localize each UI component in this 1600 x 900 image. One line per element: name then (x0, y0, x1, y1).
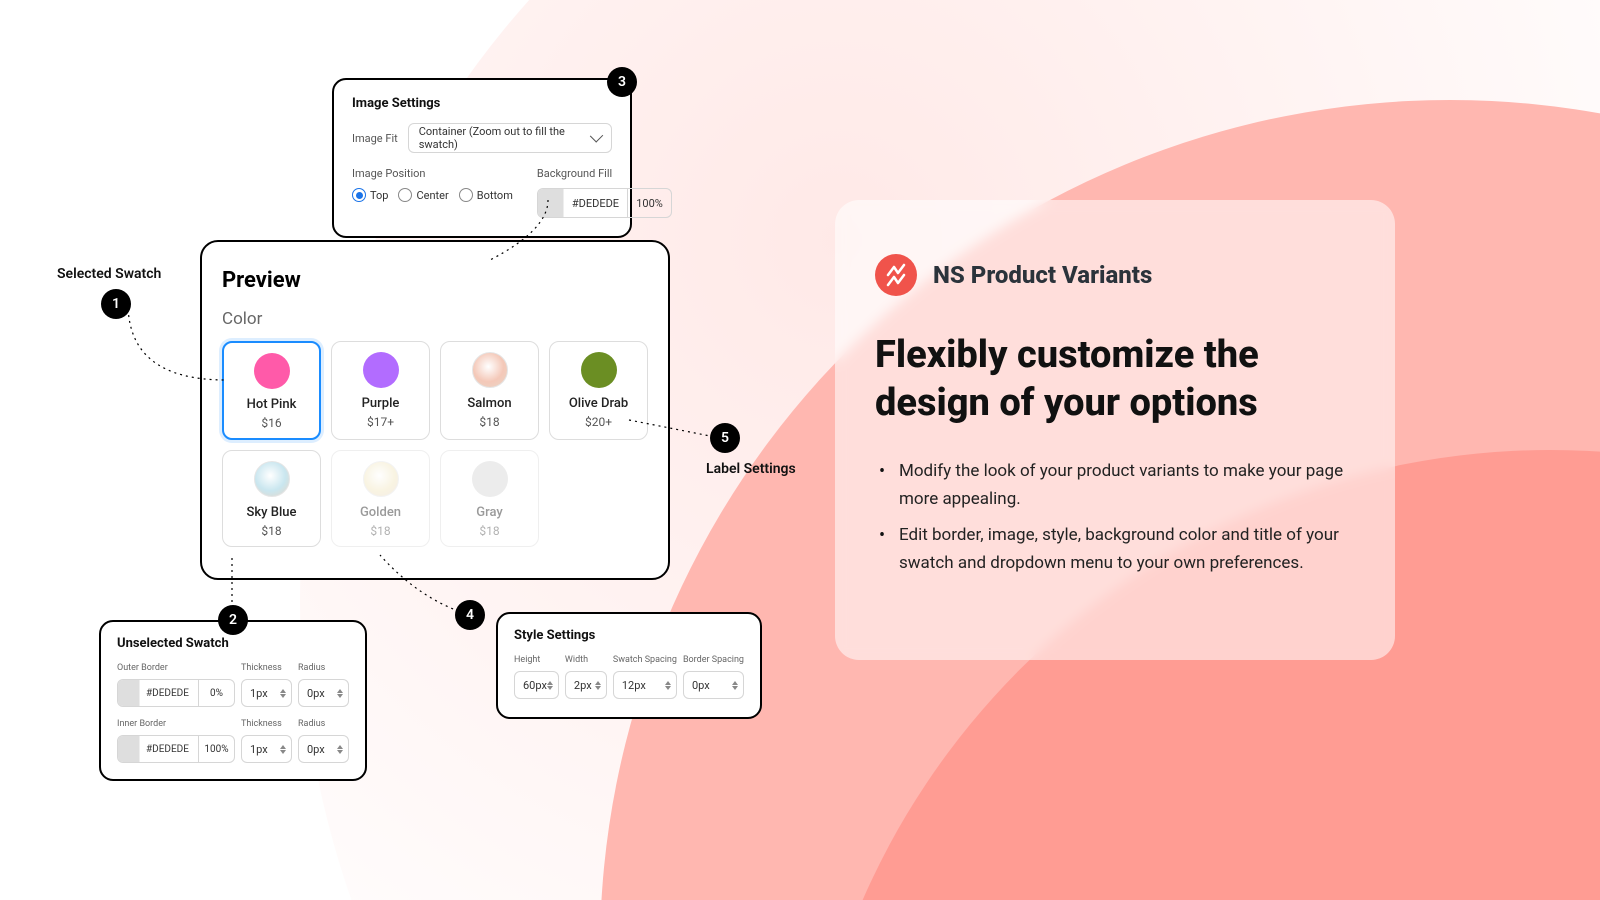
swatch-item[interactable]: Purple $17+ (331, 341, 430, 440)
swatch-circle (581, 352, 617, 388)
radio-top[interactable]: Top (352, 188, 388, 202)
swatch-spacing-label: Swatch Spacing (613, 655, 677, 665)
inner-radius-label: Radius (298, 719, 349, 729)
inner-thickness-stepper[interactable]: 1px (241, 735, 292, 763)
swatch-name: Golden (360, 505, 401, 520)
badge-1: 1 (101, 289, 131, 319)
inner-thickness-label: Thickness (241, 719, 292, 729)
swatch-name: Salmon (467, 396, 511, 411)
swatch-item[interactable]: Olive Drab $20+ (549, 341, 648, 440)
badge-3: 3 (607, 67, 637, 97)
swatch-circle (363, 352, 399, 388)
swatch-price: $18 (261, 524, 281, 538)
swatch-name: Hot Pink (247, 397, 297, 412)
swatch-circle (254, 353, 290, 389)
swatch-spacing-stepper[interactable]: 12px (613, 671, 677, 699)
swatch-item: Golden $18 (331, 450, 430, 547)
bg-fill-label: Background Fill (537, 167, 672, 180)
swatch-circle (472, 352, 508, 388)
swatch-price: $17+ (367, 415, 394, 429)
outer-border-label: Outer Border (117, 663, 235, 673)
preview-title: Preview (222, 268, 648, 293)
border-spacing-stepper[interactable]: 0px (683, 671, 744, 699)
outer-border-input[interactable]: #DEDEDE0% (117, 679, 235, 707)
swatch-price: $18 (479, 524, 499, 538)
swatch-name: Gray (476, 505, 503, 520)
badge-4: 4 (455, 600, 485, 630)
inner-radius-stepper[interactable]: 0px (298, 735, 349, 763)
badge-2: 2 (218, 605, 248, 635)
swatch-grid: Hot Pink $16 Purple $17+ Salmon $18 Olive Drab… (222, 341, 648, 547)
height-label: Height (514, 655, 559, 665)
brand-icon (875, 254, 917, 296)
swatch-item: Gray $18 (440, 450, 539, 547)
radio-bottom[interactable]: Bottom (459, 188, 513, 202)
radio-center[interactable]: Center (398, 188, 448, 202)
style-settings-panel: Style Settings Height 60px Width 2px Swa… (496, 612, 762, 719)
callout-selected-swatch: Selected Swatch (57, 266, 161, 282)
swatch-circle (363, 461, 399, 497)
swatch-name: Purple (362, 396, 400, 411)
swatch-price: $16 (261, 416, 281, 430)
bg-fill-swatch (538, 189, 564, 217)
swatch-price: $20+ (585, 415, 612, 429)
bg-fill-pct: 100% (627, 189, 671, 217)
image-position-label: Image Position (352, 167, 513, 180)
bg-fill-input[interactable]: #DEDEDE 100% (537, 188, 672, 218)
bg-fill-hex: #DEDEDE (564, 189, 627, 217)
width-label: Width (565, 655, 607, 665)
brand-row: NS Product Variants (875, 254, 1363, 296)
image-settings-panel: Image Settings Image Fit Container (Zoom… (332, 78, 632, 238)
preview-option-label: Color (222, 309, 648, 329)
inner-border-input[interactable]: #DEDEDE100% (117, 735, 235, 763)
border-spacing-label: Border Spacing (683, 655, 744, 665)
outer-thickness-stepper[interactable]: 1px (241, 679, 292, 707)
inner-border-label: Inner Border (117, 719, 235, 729)
callout-label-settings: Label Settings (706, 461, 796, 477)
image-fit-select[interactable]: Container (Zoom out to fill the swatch) (408, 123, 612, 153)
swatch-price: $18 (479, 415, 499, 429)
bullet-item: Modify the look of your product variants… (875, 457, 1363, 513)
swatch-circle (472, 461, 508, 497)
image-fit-value: Container (Zoom out to fill the swatch) (419, 125, 592, 151)
style-settings-title: Style Settings (514, 628, 744, 643)
bullet-item: Edit border, image, style, background co… (875, 521, 1363, 577)
outer-thickness-label: Thickness (241, 663, 292, 673)
unselected-swatch-panel: Unselected Swatch Outer Border #DEDEDE0%… (99, 620, 367, 781)
image-settings-title: Image Settings (352, 96, 612, 111)
outer-radius-stepper[interactable]: 0px (298, 679, 349, 707)
headline: Flexibly customize the design of your op… (875, 332, 1363, 427)
bullet-list: Modify the look of your product variants… (875, 457, 1363, 577)
preview-panel: Preview Color Hot Pink $16 Purple $17+ Salmo… (200, 240, 670, 580)
outer-radius-label: Radius (298, 663, 349, 673)
swatch-name: Olive Drab (569, 396, 628, 411)
badge-5: 5 (710, 423, 740, 453)
swatch-item[interactable]: Sky Blue $18 (222, 450, 321, 547)
unselected-swatch-title: Unselected Swatch (117, 636, 349, 651)
image-fit-label: Image Fit (352, 132, 398, 145)
swatch-item[interactable]: Hot Pink $16 (222, 341, 321, 440)
height-stepper[interactable]: 60px (514, 671, 559, 699)
swatch-price: $18 (370, 524, 390, 538)
swatch-name: Sky Blue (247, 505, 297, 520)
swatch-circle (254, 461, 290, 497)
info-card: NS Product Variants Flexibly customize t… (835, 200, 1395, 660)
brand-name: NS Product Variants (933, 261, 1152, 289)
swatch-item[interactable]: Salmon $18 (440, 341, 539, 440)
width-stepper[interactable]: 2px (565, 671, 607, 699)
